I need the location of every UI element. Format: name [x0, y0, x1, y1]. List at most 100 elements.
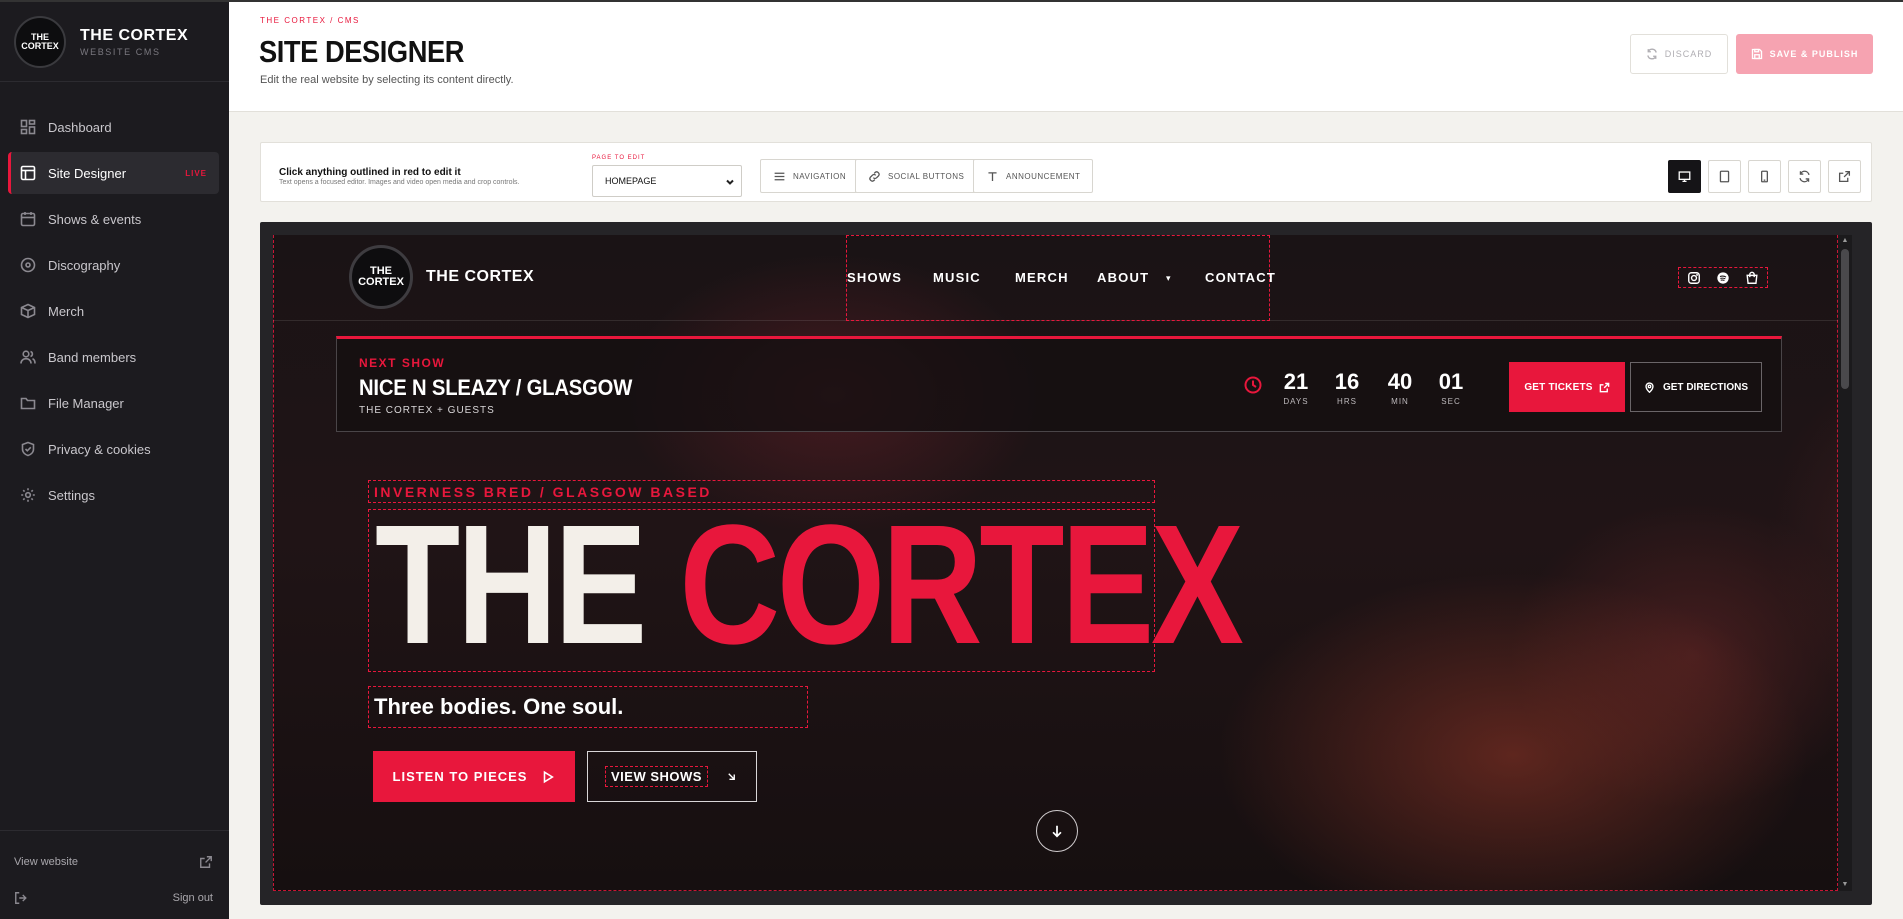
countdown-value: 21 — [1283, 369, 1309, 394]
scroll-thumb[interactable] — [1841, 249, 1849, 389]
dashboard-icon — [20, 119, 36, 135]
mobile-view-button[interactable] — [1748, 160, 1781, 193]
scroll-down-button[interactable] — [1036, 810, 1078, 852]
link-icon — [869, 170, 880, 182]
sidebar-item-discography[interactable]: Discography — [8, 244, 219, 286]
get-tickets-label: GET TICKETS — [1524, 381, 1593, 393]
view-shows-label[interactable]: VIEW SHOWS — [605, 766, 708, 787]
sidebar: THE CORTEX THE CORTEX WEBSITE CMS Dashbo… — [0, 0, 229, 919]
get-directions-button[interactable]: GET DIRECTIONS — [1630, 362, 1762, 412]
brand: THE CORTEX THE CORTEX WEBSITE CMS — [0, 2, 229, 82]
sidebar-item-label: Settings — [48, 487, 95, 503]
scroll-up-arrow[interactable]: ▲ — [1841, 237, 1849, 245]
open-site-button[interactable] — [1828, 160, 1861, 193]
page-select[interactable]: HOMEPAGE — [592, 165, 742, 197]
site-menu-editable[interactable]: SHOWS MUSIC MERCH ABOUT ▾ CONTACT — [846, 235, 1275, 321]
folder-icon — [20, 397, 36, 410]
sidebar-nav: Dashboard Site Designer LIVE Shows & eve… — [0, 106, 229, 516]
sidebar-item-label: Privacy & cookies — [48, 441, 151, 457]
sidebar-item-band-members[interactable]: Band members — [8, 336, 219, 378]
navigation-button[interactable]: NAVIGATION — [760, 159, 860, 193]
page-select-label: PAGE TO EDIT — [592, 155, 646, 161]
sign-out-link[interactable]: Sign out — [14, 891, 213, 905]
play-icon — [544, 770, 555, 783]
chevron-down-icon: ▾ — [1166, 273, 1172, 283]
social-buttons-button[interactable]: SOCIAL BUTTONS — [855, 159, 978, 193]
live-badge: LIVE — [185, 168, 207, 178]
sidebar-item-file-manager[interactable]: File Manager — [8, 382, 219, 424]
sidebar-item-label: Dashboard — [48, 119, 112, 135]
menu-item-about[interactable]: ABOUT — [1097, 270, 1149, 285]
site-preview-frame: THE CORTEX THE CORTEX SHOWS MUSIC MERCH … — [260, 222, 1872, 905]
countdown-unit: HRS — [1337, 397, 1357, 406]
get-tickets-button[interactable]: GET TICKETS — [1509, 362, 1625, 412]
chevron-down-icon — [726, 179, 734, 185]
sidebar-item-label: Site Designer — [48, 165, 127, 181]
discard-button[interactable]: DISCARD — [1630, 34, 1728, 74]
preview-scrollbar[interactable]: ▲ ▼ — [1838, 235, 1852, 891]
clock-icon — [1244, 376, 1262, 394]
menu-item-music[interactable]: MUSIC — [933, 270, 981, 285]
sidebar-item-shows[interactable]: Shows & events — [8, 198, 219, 240]
brand-subtitle: WEBSITE CMS — [80, 46, 161, 57]
countdown-unit: SEC — [1441, 397, 1461, 406]
view-website-link[interactable]: View website — [14, 855, 213, 869]
shield-icon — [21, 441, 35, 457]
site-logo[interactable]: THE CORTEX — [349, 245, 413, 309]
arrow-down-right-icon — [728, 773, 735, 780]
site-nav: THE CORTEX THE CORTEX SHOWS MUSIC MERCH … — [273, 235, 1838, 321]
countdown-hours: 16 HRS — [1327, 369, 1367, 406]
announcement-label: ANNOUNCEMENT — [1006, 171, 1081, 181]
menu-icon — [774, 172, 785, 180]
disc-icon — [20, 257, 36, 273]
countdown-unit: MIN — [1391, 397, 1409, 406]
hero-slogan-editable[interactable]: Three bodies. One soul. — [368, 686, 808, 728]
hero-title-first: THE — [375, 490, 647, 680]
tablet-view-button[interactable] — [1708, 160, 1741, 193]
save-publish-button[interactable]: SAVE & PUBLISH — [1736, 34, 1873, 74]
site-preview: THE CORTEX THE CORTEX SHOWS MUSIC MERCH … — [273, 235, 1852, 891]
bag-icon[interactable] — [1745, 271, 1759, 285]
save-icon — [1751, 48, 1762, 60]
hero-title-editable[interactable]: THE CORTEX — [368, 500, 1244, 672]
countdown-minutes: 40 MIN — [1380, 369, 1420, 406]
get-directions-label: GET DIRECTIONS — [1662, 381, 1748, 393]
menu-item-merch[interactable]: MERCH — [1015, 270, 1069, 285]
sidebar-item-label: Band members — [48, 349, 137, 365]
social-buttons-editable[interactable] — [1678, 267, 1768, 288]
sidebar-item-settings[interactable]: Settings — [8, 474, 219, 516]
edit-hint-subtitle: Text opens a focused editor. Images and … — [279, 179, 520, 186]
next-show-bar: NEXT SHOW NICE N SLEAZY / GLASGOW THE CO… — [336, 336, 1782, 432]
page-subtitle: Edit the real website by selecting its c… — [260, 74, 514, 86]
sidebar-item-label: Discography — [48, 257, 121, 273]
tablet-icon — [1719, 170, 1730, 183]
next-show-label: NEXT SHOW — [359, 356, 446, 370]
scroll-down-arrow[interactable]: ▼ — [1841, 881, 1849, 889]
countdown-days: 21 DAYS — [1276, 369, 1316, 406]
listen-button[interactable]: LISTEN TO PIECES — [373, 751, 575, 802]
sidebar-item-label: Shows & events — [48, 211, 142, 227]
menu-item-contact[interactable]: CONTACT — [1205, 270, 1276, 285]
spotify-icon[interactable] — [1716, 271, 1730, 285]
hero-slogan: Three bodies. One soul. — [374, 694, 624, 719]
site-name: THE CORTEX — [426, 268, 535, 285]
sidebar-item-dashboard[interactable]: Dashboard — [8, 106, 219, 148]
sidebar-item-label: File Manager — [48, 395, 124, 411]
announcement-button[interactable]: ANNOUNCEMENT — [973, 159, 1094, 193]
menu-item-shows[interactable]: SHOWS — [847, 270, 902, 285]
next-show-subtitle: THE CORTEX + GUESTS — [359, 405, 495, 416]
instagram-icon[interactable] — [1687, 271, 1701, 285]
listen-label: LISTEN TO PIECES — [392, 769, 528, 784]
desktop-icon — [1678, 171, 1691, 183]
sidebar-item-site-designer[interactable]: Site Designer LIVE — [8, 152, 219, 194]
refresh-icon — [1799, 170, 1810, 183]
refresh-preview-button[interactable] — [1788, 160, 1821, 193]
calendar-icon — [20, 212, 36, 227]
view-shows-button[interactable]: VIEW SHOWS — [587, 751, 757, 802]
desktop-view-button[interactable] — [1668, 160, 1701, 193]
sidebar-item-merch[interactable]: Merch — [8, 290, 219, 332]
designer-toolbar: Click anything outlined in red to edit i… — [260, 142, 1872, 202]
sidebar-item-privacy[interactable]: Privacy & cookies — [8, 428, 219, 470]
countdown-value: 16 — [1334, 369, 1360, 394]
next-show-title: NICE N SLEAZY / GLASGOW — [359, 375, 633, 400]
